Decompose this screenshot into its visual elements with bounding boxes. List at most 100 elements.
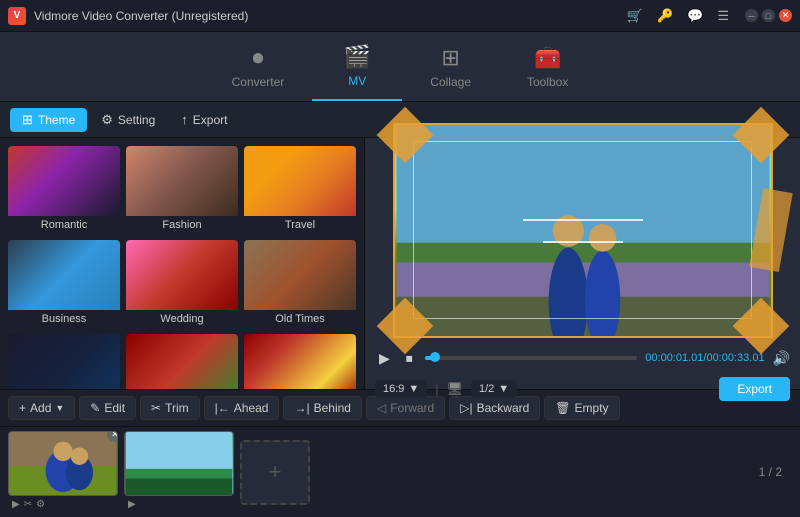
clip1-bg: [9, 432, 117, 495]
add-dropdown-icon: ▼: [55, 403, 64, 413]
trim-button[interactable]: ✂ Trim: [140, 396, 200, 420]
title-bar: V Vidmore Video Converter (Unregistered)…: [0, 0, 800, 32]
add-clip-icon: +: [269, 459, 282, 485]
app-icon: V: [8, 7, 26, 25]
edit-label: Edit: [104, 401, 125, 415]
chat-icon[interactable]: 💬: [687, 8, 703, 24]
behind-button[interactable]: →| Behind: [283, 396, 362, 420]
tab-collage[interactable]: ⊞ Collage: [402, 32, 499, 101]
preview-video: [395, 125, 771, 336]
behind-icon: →|: [294, 401, 309, 415]
setting-label: Setting: [118, 113, 155, 127]
ahead-icon: |←: [215, 401, 230, 415]
theme-label-fashion: Fashion: [126, 216, 238, 234]
tab-mv[interactable]: 🎬 MV: [312, 32, 402, 101]
tab-collage-label: Collage: [430, 75, 471, 89]
progress-bar[interactable]: [425, 356, 638, 360]
theme-icon: ⊞: [22, 112, 33, 128]
title-icons: 🛒 🔑 💬 ☰: [627, 8, 729, 24]
theme-label-oldtimes: Old Times: [244, 310, 356, 328]
minimize-button[interactable]: ─: [745, 9, 758, 22]
add-label: Add: [30, 401, 51, 415]
theme-item-christmas[interactable]: Christmas: [126, 334, 238, 389]
theme-item-romantic[interactable]: Romantic: [8, 146, 120, 234]
clip2-svg: [125, 432, 233, 495]
clip1-cut-icon[interactable]: ✂: [24, 499, 32, 510]
clip-icons-1: ▶ ✂ ⚙: [8, 496, 118, 513]
timeline-clip-2: ▶: [124, 431, 234, 513]
theme-thumb-fashion: [126, 146, 238, 216]
theme-panel: Romantic Fashion Travel Business Wedding…: [0, 138, 365, 389]
close-button[interactable]: ✕: [779, 9, 792, 22]
export-sub-button[interactable]: ↑ Export: [169, 108, 239, 131]
clip1-settings-icon[interactable]: ⚙: [36, 499, 45, 510]
clip1-svg: [9, 432, 117, 495]
preview-panel: ▶ ⏹ 00:00:01.01/00:00:33.01 🔊 16:9 ▼ | 🖥…: [365, 138, 800, 389]
tab-mv-label: MV: [348, 74, 366, 88]
volume-icon[interactable]: 🔊: [773, 350, 790, 367]
theme-label-wedding: Wedding: [126, 310, 238, 328]
theme-item-travel[interactable]: Travel: [244, 146, 356, 234]
converter-icon: ⏺: [252, 45, 263, 71]
progress-dot: [430, 352, 440, 362]
preview-area: [393, 123, 773, 338]
main-content: Romantic Fashion Travel Business Wedding…: [0, 138, 800, 389]
app-title: Vidmore Video Converter (Unregistered): [34, 9, 627, 23]
theme-item-sport[interactable]: Sport: [8, 334, 120, 389]
cart-icon[interactable]: 🛒: [627, 8, 643, 24]
ratio-label: 16:9: [383, 383, 404, 395]
add-clip-button[interactable]: +: [240, 440, 310, 505]
theme-item-oldtimes[interactable]: Old Times: [244, 240, 356, 328]
frame-inner: [413, 141, 751, 318]
theme-item-business[interactable]: Business: [8, 240, 120, 328]
second-controls: 16:9 ▼ | 🖥 1/2 ▼ Export: [375, 373, 790, 405]
setting-button[interactable]: ⚙ Setting: [89, 108, 167, 132]
play-button[interactable]: ▶: [375, 348, 394, 369]
tab-converter-label: Converter: [232, 75, 285, 89]
export-sub-label: Export: [193, 113, 228, 127]
clip1-play-icon[interactable]: ▶: [12, 499, 20, 510]
mv-icon: 🎬: [344, 44, 371, 70]
ratio-dropdown-icon: ▼: [408, 383, 419, 395]
timeline-page-count: 1 / 2: [759, 465, 792, 479]
theme-item-wedding[interactable]: Wedding: [126, 240, 238, 328]
clip-icons-2: ▶: [124, 496, 234, 513]
clip2-play-icon[interactable]: ▶: [128, 499, 136, 510]
theme-grid: Romantic Fashion Travel Business Wedding…: [8, 146, 356, 389]
ratio-button[interactable]: 16:9 ▼: [375, 380, 427, 398]
toolbox-icon: 🧰: [534, 45, 561, 71]
theme-label-romantic: Romantic: [8, 216, 120, 234]
timeline-clip-1: ✕ ▶ ✂ ⚙: [8, 431, 118, 513]
tab-toolbox[interactable]: 🧰 Toolbox: [499, 32, 596, 101]
nav-tabs: ⏺ Converter 🎬 MV ⊞ Collage 🧰 Toolbox: [0, 32, 800, 102]
theme-item-holiday[interactable]: Holiday: [244, 334, 356, 389]
clip2-bg: [125, 432, 233, 495]
theme-thumb-romantic: [8, 146, 120, 216]
edit-icon: ✎: [90, 401, 100, 415]
theme-label: Theme: [38, 113, 75, 127]
trim-label: Trim: [165, 401, 189, 415]
collage-icon: ⊞: [441, 45, 459, 71]
clip-thumb-1[interactable]: ✕: [8, 431, 118, 496]
maximize-button[interactable]: □: [762, 9, 775, 22]
key-icon[interactable]: 🔑: [657, 8, 673, 24]
add-icon: +: [19, 401, 26, 415]
theme-item-fashion[interactable]: Fashion: [126, 146, 238, 234]
theme-thumb-wedding: [126, 240, 238, 310]
theme-thumb-oldtimes: [244, 240, 356, 310]
page-button[interactable]: 1/2 ▼: [471, 380, 517, 398]
export-sub-icon: ↑: [181, 112, 188, 127]
ahead-button[interactable]: |← Ahead: [204, 396, 280, 420]
export-button[interactable]: Export: [719, 377, 790, 401]
theme-thumb-christmas: [126, 334, 238, 389]
behind-label: Behind: [314, 401, 351, 415]
tab-converter[interactable]: ⏺ Converter: [204, 32, 313, 101]
theme-label-business: Business: [8, 310, 120, 328]
edit-button[interactable]: ✎ Edit: [79, 396, 136, 420]
clip-thumb-2[interactable]: [124, 431, 234, 496]
monitor-icon: 🖥: [446, 381, 463, 397]
menu-icon[interactable]: ☰: [717, 8, 729, 24]
add-button[interactable]: + Add ▼: [8, 396, 75, 420]
theme-thumb-holiday: [244, 334, 356, 389]
theme-button[interactable]: ⊞ Theme: [10, 108, 87, 132]
